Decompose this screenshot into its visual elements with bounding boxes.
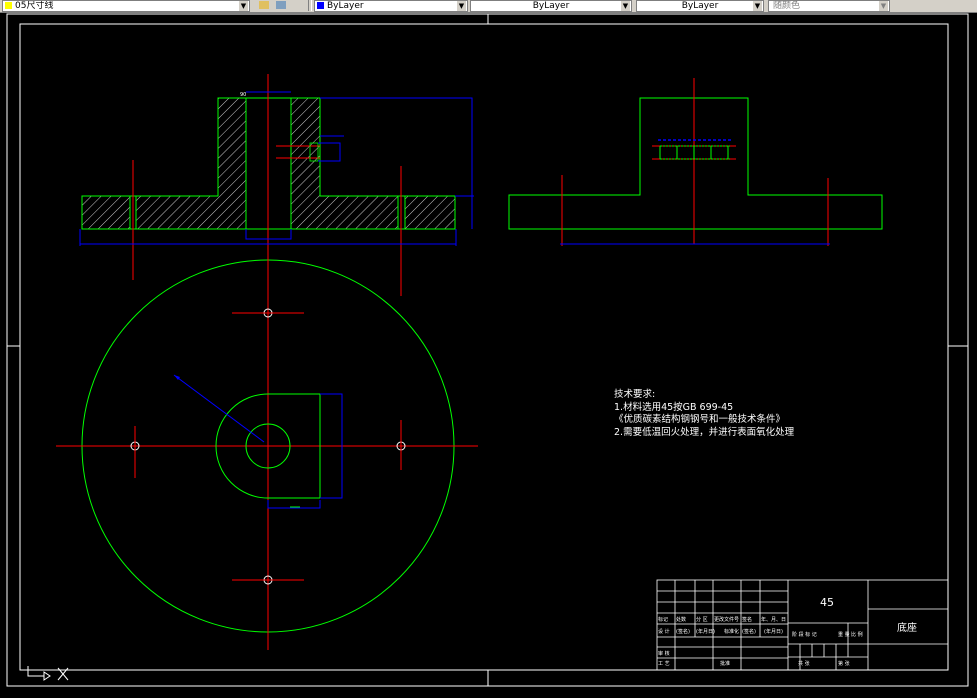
material-label: 45 xyxy=(820,596,834,609)
lineweight-dropdown[interactable]: ByLayer ▼ xyxy=(636,0,764,12)
part-name-label: 底座 xyxy=(897,623,917,634)
notes-line-3: 2.需要低温回火处理，并进行表面氧化处理 xyxy=(614,426,795,438)
notes-line-2: 《优质碳素结构钢钢号和一般技术条件》 xyxy=(614,414,786,425)
ucs-icon xyxy=(27,666,69,681)
layer-manager-icon[interactable] xyxy=(259,1,269,9)
layer-color-swatch xyxy=(5,2,12,9)
tb-stage-label: 阶 段 标 记 xyxy=(792,632,817,638)
tb-row-label-6: 年、月、日 xyxy=(761,617,787,623)
tb-design-label: 设 计 xyxy=(658,629,670,635)
tb-sheets-total: 共 张 xyxy=(798,661,810,667)
chevron-down-icon[interactable]: ▼ xyxy=(239,1,248,11)
top-view xyxy=(56,258,478,650)
plotstyle-value: 随颜色 xyxy=(773,1,801,11)
color-swatch xyxy=(317,2,324,9)
dim-label: 90 xyxy=(240,92,246,98)
tb-design-date: (年月日) xyxy=(696,629,715,635)
tb-row-label-3: 分 区 xyxy=(696,617,708,623)
tb-review-label: 审 核 xyxy=(658,651,670,657)
tb-design-sign: (签名) xyxy=(676,629,690,635)
front-section-view: 90 xyxy=(79,74,474,296)
linetype-value: ByLayer xyxy=(532,1,570,11)
notes-title: 技术要求: xyxy=(614,389,656,400)
plotstyle-dropdown[interactable]: 随颜色 ▼ xyxy=(768,0,890,12)
tb-weight-label: 重 量 xyxy=(838,632,850,638)
inner-frame xyxy=(19,23,949,671)
lineweight-value: ByLayer xyxy=(681,1,719,11)
tb-sheet-number: 第 张 xyxy=(838,661,850,667)
chevron-down-icon[interactable]: ▼ xyxy=(621,1,630,11)
layer-tools[interactable] xyxy=(256,0,304,12)
chevron-down-icon[interactable]: ▼ xyxy=(753,1,762,11)
tb-row-label-1: 标记 xyxy=(658,617,669,623)
side-view xyxy=(508,78,883,246)
tb-process-label: 工 艺 xyxy=(658,661,670,667)
layer-previous-icon[interactable] xyxy=(275,1,286,9)
layer-dropdown[interactable]: 05尺寸线 ▼ xyxy=(2,0,250,12)
tb-row-label-2: 处数 xyxy=(676,617,687,623)
tb-scale-label: 比 例 xyxy=(851,632,863,638)
technical-requirements: 技术要求: 1.材料选用45按GB 699-45 《优质碳素结构钢钢号和一般技术… xyxy=(614,389,794,439)
toolbar-separator xyxy=(308,0,312,11)
tb-standard-date: (年月日) xyxy=(764,629,783,635)
tb-row-label-4: 更改文件号 xyxy=(714,617,740,623)
chevron-down-icon[interactable]: ▼ xyxy=(457,1,466,11)
outer-frame xyxy=(6,13,969,687)
tb-approve-label: 批准 xyxy=(720,661,731,667)
color-dropdown[interactable]: ByLayer ▼ xyxy=(314,0,468,12)
color-value: ByLayer xyxy=(327,1,364,11)
tb-row-label-5: 签名 xyxy=(742,617,753,623)
notes-line-1: 1.材料选用45按GB 699-45 xyxy=(614,401,734,413)
linetype-dropdown[interactable]: ByLayer ▼ xyxy=(470,0,632,12)
tb-standard-sign: (签名) xyxy=(742,629,756,635)
tb-standard-label: 标准化 xyxy=(724,629,740,635)
chevron-down-icon[interactable]: ▼ xyxy=(879,1,888,11)
layer-name: 05尺寸线 xyxy=(15,1,54,11)
